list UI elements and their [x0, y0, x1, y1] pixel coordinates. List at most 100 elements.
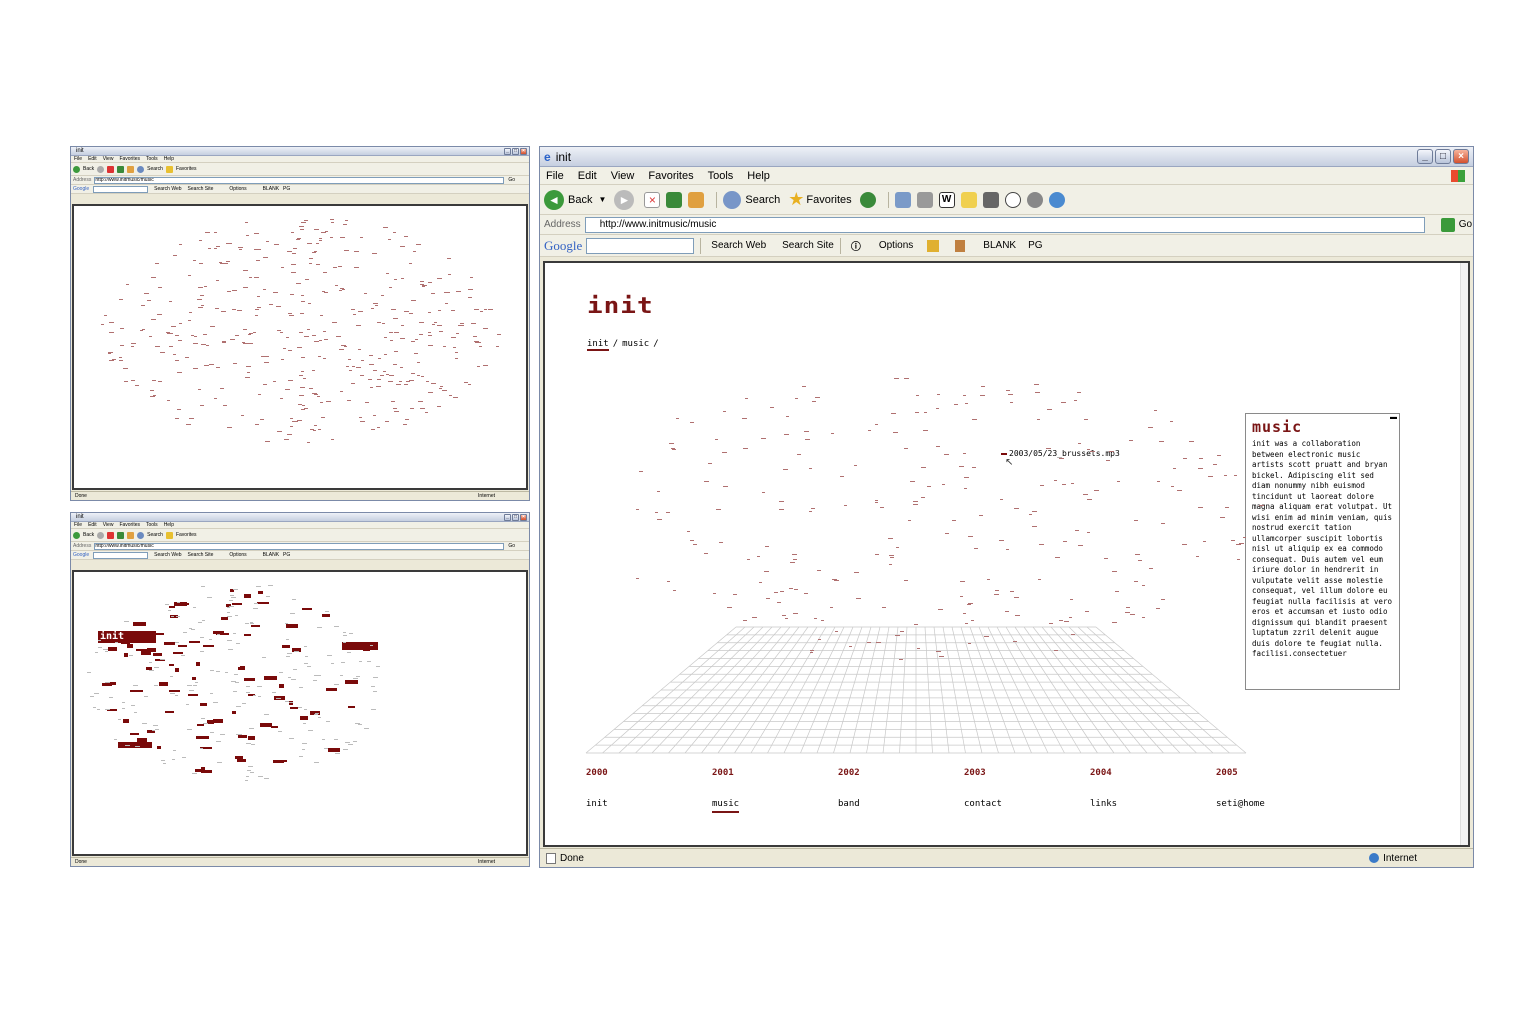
track-marker[interactable] — [371, 686, 376, 688]
track-marker[interactable] — [203, 364, 209, 366]
track-marker[interactable] — [708, 462, 713, 464]
track-marker[interactable] — [995, 590, 1000, 592]
track-marker[interactable] — [141, 723, 147, 725]
track-marker[interactable] — [187, 728, 193, 730]
track-marker[interactable] — [1037, 419, 1041, 421]
track-marker[interactable] — [792, 553, 798, 555]
track-marker[interactable] — [1212, 464, 1217, 466]
track-block[interactable] — [327, 748, 340, 753]
track-marker[interactable] — [289, 702, 294, 703]
track-marker[interactable] — [455, 358, 459, 360]
track-marker[interactable] — [483, 365, 489, 367]
track-marker[interactable] — [309, 428, 314, 430]
track-marker[interactable] — [391, 400, 396, 402]
track-marker[interactable] — [146, 299, 151, 301]
track-marker[interactable] — [329, 219, 334, 221]
track-marker[interactable] — [298, 755, 303, 757]
track-marker[interactable] — [209, 638, 213, 640]
track-marker[interactable] — [1061, 402, 1067, 404]
track-marker[interactable] — [291, 231, 295, 233]
track-marker[interactable] — [1216, 454, 1221, 456]
track-marker[interactable] — [437, 310, 441, 312]
track-marker[interactable] — [675, 417, 679, 419]
track-marker[interactable] — [1133, 580, 1138, 582]
track-marker[interactable] — [912, 504, 918, 506]
track-marker[interactable] — [784, 618, 788, 620]
track-marker[interactable] — [113, 739, 117, 741]
track-marker[interactable] — [476, 365, 480, 367]
track-marker[interactable] — [303, 645, 307, 647]
track-marker[interactable] — [122, 368, 128, 370]
track-marker[interactable] — [268, 304, 273, 306]
track-marker[interactable] — [964, 477, 970, 479]
track-marker[interactable] — [994, 593, 1000, 595]
track-block[interactable] — [135, 649, 149, 652]
track-marker[interactable] — [1124, 611, 1130, 613]
track-marker[interactable] — [203, 285, 207, 287]
track-marker[interactable] — [210, 731, 215, 733]
google-search-input[interactable] — [93, 185, 149, 193]
options-button[interactable]: Options — [229, 552, 246, 558]
track-marker[interactable] — [456, 333, 460, 335]
track-marker[interactable] — [388, 287, 392, 289]
track-marker[interactable] — [247, 334, 251, 336]
menu-view[interactable]: View — [611, 170, 635, 182]
track-marker[interactable] — [834, 579, 840, 581]
track-marker[interactable] — [1040, 484, 1045, 486]
track-marker[interactable] — [392, 231, 396, 233]
track-block[interactable] — [123, 719, 130, 724]
track-marker[interactable] — [193, 260, 197, 262]
menu-edit[interactable]: Edit — [88, 522, 97, 528]
track-marker[interactable] — [174, 417, 179, 419]
track-marker[interactable] — [196, 298, 202, 300]
track-marker[interactable] — [370, 308, 374, 310]
track-marker[interactable] — [759, 581, 763, 583]
maximize-button[interactable]: □ — [512, 513, 519, 521]
track-marker[interactable] — [722, 452, 728, 454]
track-marker[interactable] — [299, 225, 305, 227]
track-marker[interactable] — [370, 386, 374, 388]
track-marker[interactable] — [388, 374, 394, 376]
track-marker[interactable] — [322, 358, 326, 360]
track-marker[interactable] — [156, 314, 162, 316]
track-marker[interactable] — [286, 652, 292, 654]
track-marker[interactable] — [316, 627, 322, 629]
track-marker[interactable] — [958, 466, 964, 468]
track-block[interactable] — [127, 643, 134, 648]
track-marker[interactable] — [318, 237, 322, 239]
messenger-icon[interactable] — [1004, 191, 1021, 208]
track-marker[interactable] — [358, 417, 362, 418]
track-marker[interactable] — [178, 323, 182, 325]
track-marker[interactable] — [277, 330, 282, 332]
track-marker[interactable] — [309, 263, 313, 265]
track-block[interactable] — [238, 735, 248, 739]
menu-favorites[interactable]: Favorites — [119, 522, 140, 528]
track-marker[interactable] — [249, 622, 253, 624]
track-marker[interactable] — [810, 652, 814, 654]
track-marker[interactable] — [160, 760, 165, 762]
track-marker[interactable] — [409, 407, 414, 409]
track-marker[interactable] — [246, 365, 252, 367]
track-marker[interactable] — [1183, 457, 1188, 459]
track-block[interactable] — [326, 687, 338, 691]
track-marker[interactable] — [1141, 616, 1145, 618]
track-marker[interactable] — [219, 262, 225, 264]
track-marker[interactable] — [415, 244, 421, 246]
track-marker[interactable] — [338, 289, 342, 291]
track-marker[interactable] — [1109, 450, 1113, 452]
track-marker[interactable] — [333, 266, 338, 268]
track-marker[interactable] — [914, 624, 919, 626]
track-marker[interactable] — [1243, 537, 1247, 539]
track-marker[interactable] — [874, 499, 878, 501]
track-marker[interactable] — [340, 390, 344, 392]
track-marker[interactable] — [1236, 559, 1240, 561]
track-marker[interactable] — [287, 313, 292, 315]
track-marker[interactable] — [343, 749, 348, 751]
track-marker[interactable] — [437, 405, 441, 407]
track-marker[interactable] — [278, 731, 283, 733]
track-marker[interactable] — [131, 379, 136, 381]
track-marker[interactable] — [215, 366, 220, 368]
track-marker[interactable] — [351, 383, 356, 385]
track-marker[interactable] — [921, 466, 927, 468]
track-block[interactable] — [201, 769, 213, 773]
